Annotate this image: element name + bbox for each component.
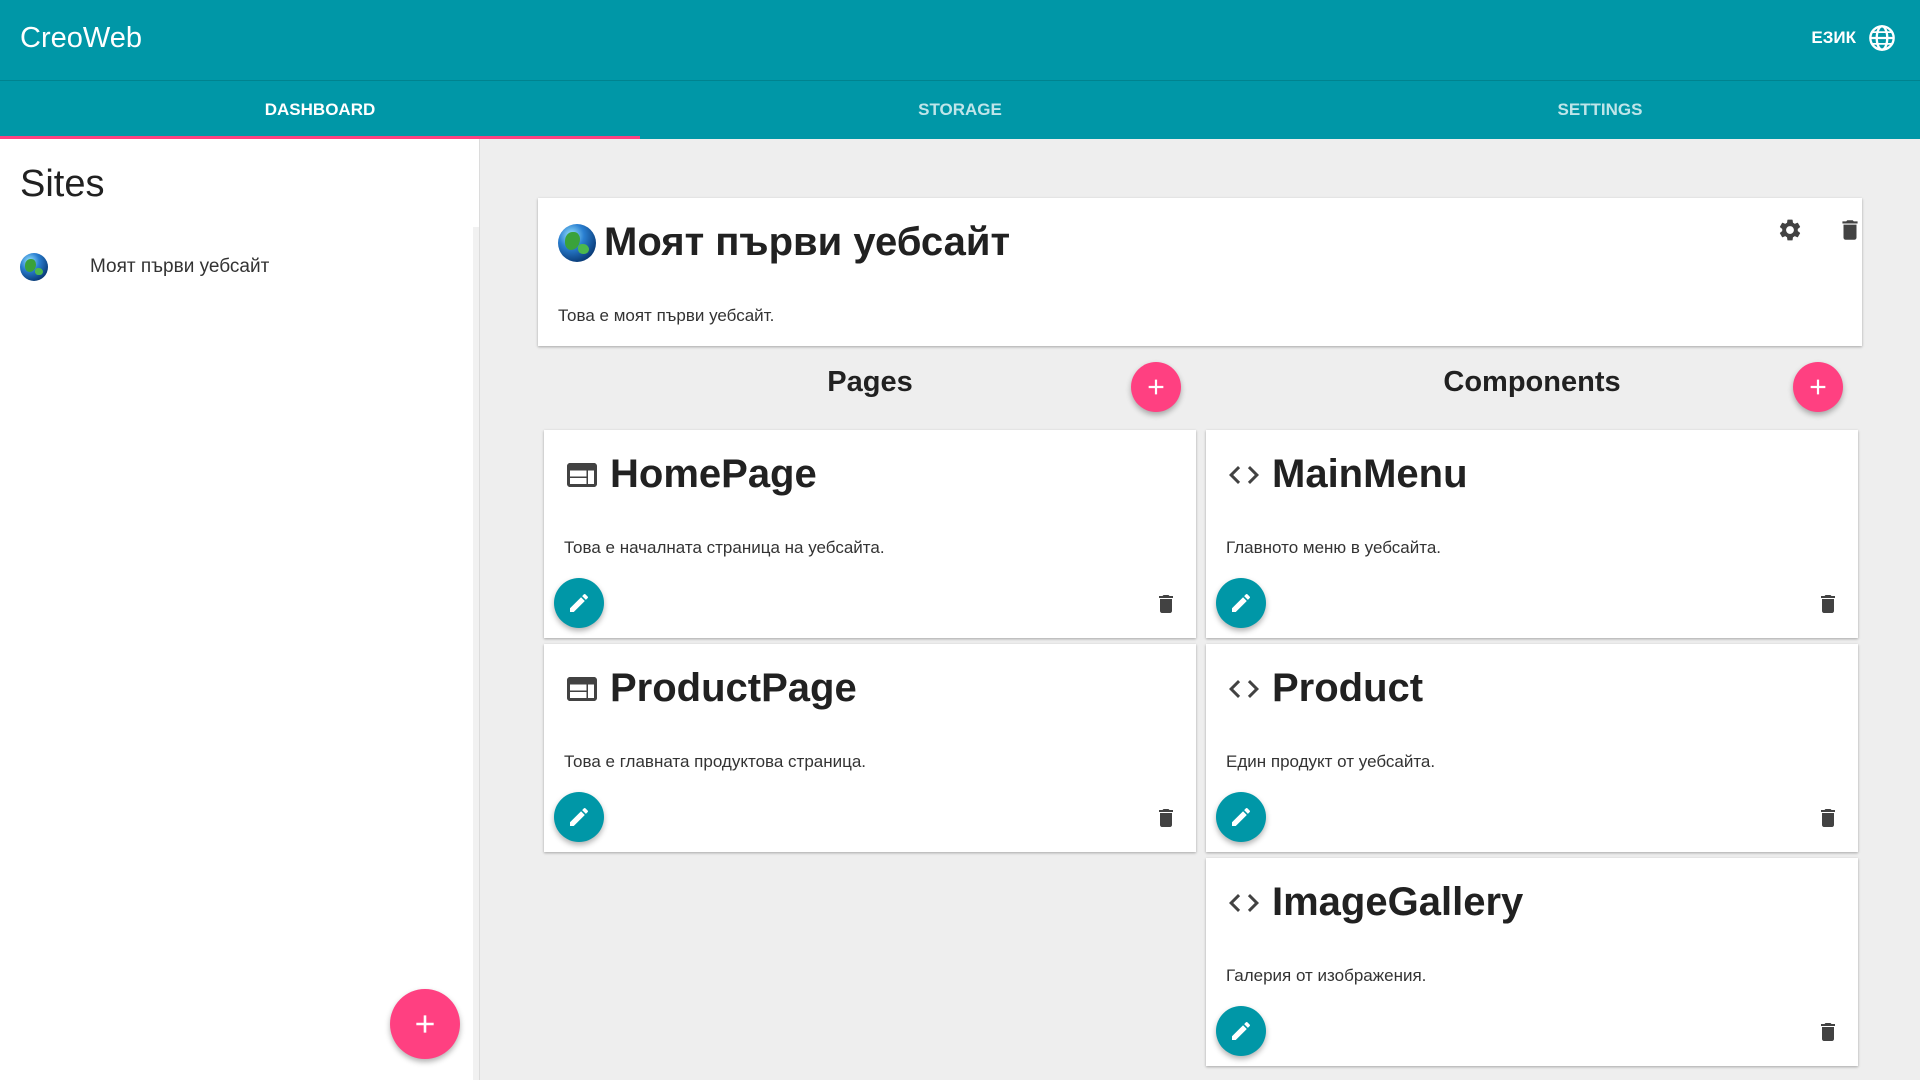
page-card-homepage: HomePage Това е началната страница на уе…: [544, 430, 1196, 638]
edit-page-button[interactable]: [554, 578, 604, 628]
edit-component-button[interactable]: [1216, 578, 1266, 628]
tab-settings[interactable]: SETTINGS: [1280, 81, 1920, 139]
main-tabs: DASHBOARD STORAGE SETTINGS: [0, 81, 1920, 139]
trash-icon: [1821, 809, 1835, 827]
edit-page-button[interactable]: [554, 792, 604, 842]
plus-icon: [1810, 379, 1826, 395]
code-icon: [1226, 885, 1262, 921]
trash-icon: [1159, 809, 1173, 827]
component-card-product: Product Един продукт от уебсайта.: [1206, 644, 1858, 852]
trash-icon: [1821, 1023, 1835, 1041]
pencil-icon: [1232, 1021, 1251, 1040]
component-title: ImageGallery: [1272, 880, 1524, 924]
component-title: Product: [1272, 666, 1424, 710]
delete-component-button[interactable]: [1810, 1014, 1846, 1050]
plus-icon: [416, 1015, 434, 1033]
component-description: Галерия от изображения.: [1226, 966, 1427, 985]
site-title: Моят първи уебсайт: [604, 220, 1011, 264]
trash-icon: [1821, 595, 1835, 613]
component-title: MainMenu: [1272, 452, 1468, 496]
pencil-icon: [1232, 807, 1251, 826]
sidebar-item-label: Моят първи уебсайт: [90, 256, 270, 277]
site-description: Това е моят първи уебсайт.: [558, 306, 775, 325]
web-page-icon: [564, 671, 600, 707]
delete-component-button[interactable]: [1810, 586, 1846, 622]
sidebar-title: Sites: [20, 163, 105, 205]
tab-dashboard[interactable]: DASHBOARD: [0, 81, 640, 139]
components-header: Components: [1443, 366, 1621, 398]
delete-component-button[interactable]: [1810, 800, 1846, 836]
app-title: CreoWeb: [20, 22, 142, 54]
web-page-icon: [564, 457, 600, 493]
gear-icon: [1779, 219, 1801, 241]
app-bar: CreoWeb ЕЗИК: [0, 0, 1920, 81]
site-settings-button[interactable]: [1772, 212, 1808, 248]
pencil-icon: [570, 593, 589, 612]
component-card-imagegallery: ImageGallery Галерия от изображения.: [1206, 858, 1858, 1066]
component-card-mainmenu: MainMenu Главното меню в уебсайта.: [1206, 430, 1858, 638]
globe-icon: [20, 253, 48, 281]
globe-icon: [558, 223, 596, 262]
globe-language-icon: [1869, 25, 1895, 51]
pencil-icon: [570, 807, 589, 826]
component-description: Един продукт от уебсайта.: [1226, 752, 1436, 771]
pages-header: Pages: [827, 366, 913, 398]
add-component-button[interactable]: [1793, 362, 1843, 412]
edit-component-button[interactable]: [1216, 792, 1266, 842]
plus-icon: [1148, 379, 1164, 395]
component-description: Главното меню в уебсайта.: [1226, 538, 1441, 557]
page-title: HomePage: [610, 452, 817, 496]
language-label: ЕЗИК: [1811, 28, 1856, 47]
edit-component-button[interactable]: [1216, 1006, 1266, 1056]
pencil-icon: [1232, 593, 1251, 612]
sidebar-item-site[interactable]: Моят първи уебсайт: [20, 243, 460, 291]
page-title: ProductPage: [610, 666, 857, 710]
trash-icon: [1159, 595, 1173, 613]
code-icon: [1226, 457, 1262, 493]
page-description: Това е главната продуктова страница.: [564, 752, 867, 771]
language-selector[interactable]: ЕЗИК: [1811, 24, 1896, 52]
add-site-button[interactable]: [390, 989, 460, 1059]
add-page-button[interactable]: [1131, 362, 1181, 412]
trash-icon: [1842, 220, 1858, 240]
tab-storage[interactable]: STORAGE: [640, 81, 1280, 139]
delete-site-button[interactable]: [1832, 212, 1868, 248]
site-header-card: Моят първи уебсайт Това е моят първи уеб…: [538, 198, 1862, 346]
sites-sidebar: Sites Моят първи уебсайт: [0, 139, 480, 1080]
delete-page-button[interactable]: [1148, 800, 1184, 836]
page-card-productpage: ProductPage Това е главната продуктова с…: [544, 644, 1196, 852]
code-icon: [1226, 671, 1262, 707]
page-description: Това е началната страница на уебсайта.: [564, 538, 885, 557]
delete-page-button[interactable]: [1148, 586, 1184, 622]
sidebar-scrollbar[interactable]: [473, 227, 479, 1080]
